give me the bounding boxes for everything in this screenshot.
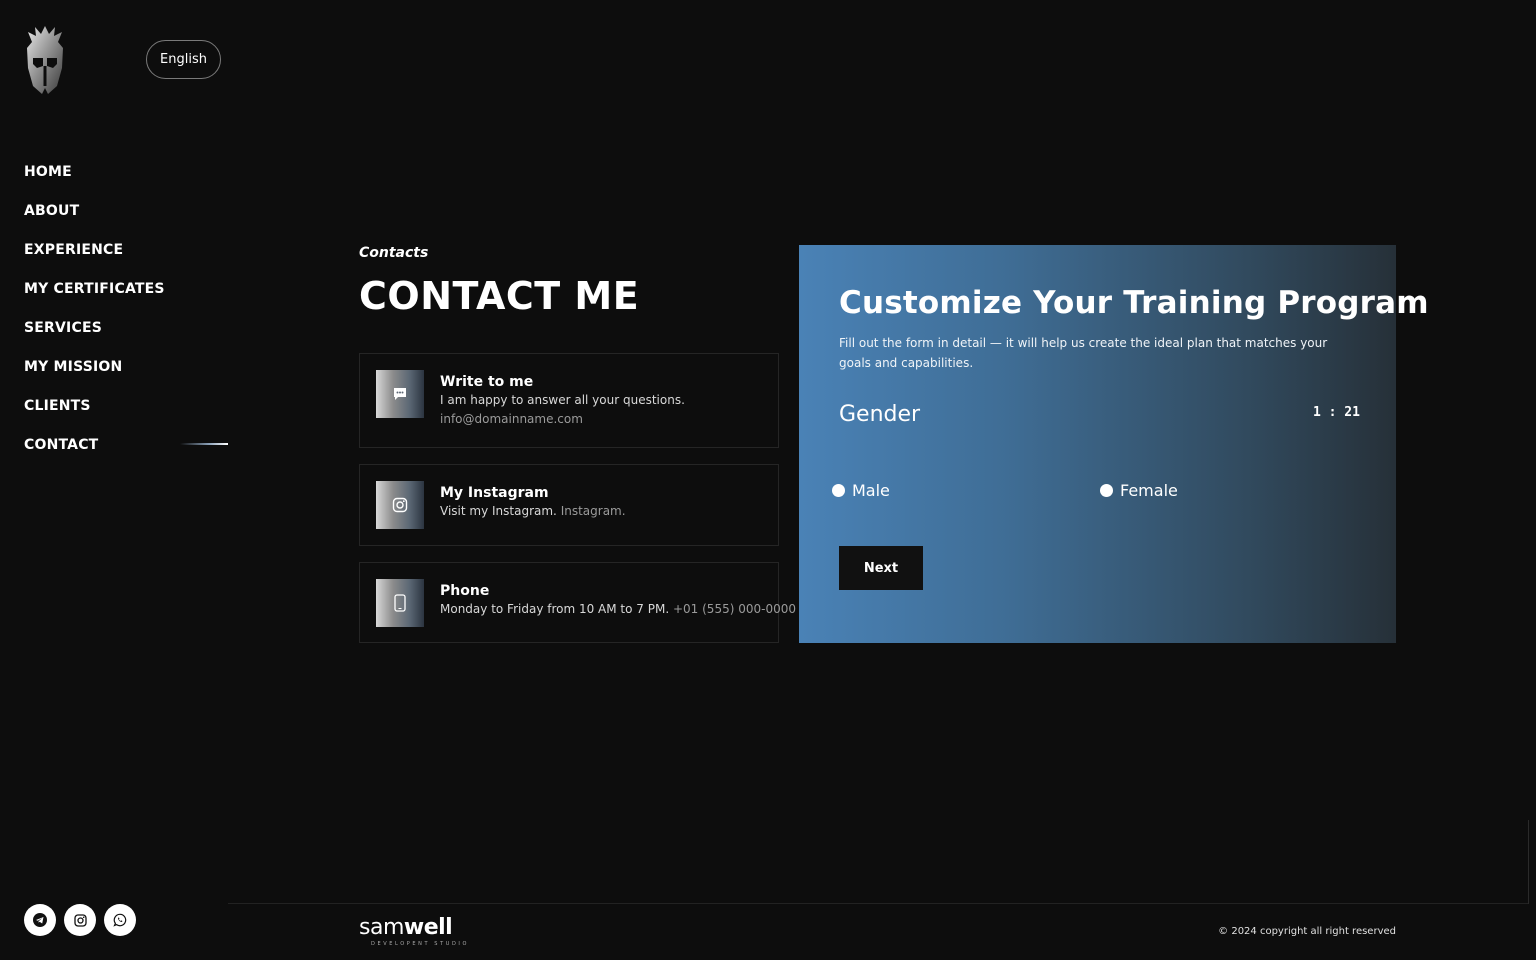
nav-item-mission[interactable]: MY MISSION [24, 357, 165, 396]
question-label: Gender [839, 402, 921, 427]
whatsapp-icon [113, 913, 127, 927]
social-links [24, 904, 136, 936]
instagram-link[interactable]: Instagram. [561, 504, 626, 518]
sidebar: English HOME ABOUT EXPERIENCE MY CERTIFI… [0, 0, 228, 960]
nav-item-home[interactable]: HOME [24, 162, 165, 201]
spartan-helmet-logo[interactable] [24, 24, 66, 96]
main-nav: HOME ABOUT EXPERIENCE MY CERTIFICATES SE… [24, 162, 165, 474]
contact-card-title: Phone [440, 583, 490, 599]
contact-card-instagram[interactable]: My Instagram Visit my Instagram. Instagr… [359, 464, 779, 546]
nav-item-services[interactable]: SERVICES [24, 318, 165, 357]
countdown-timer: 1 : 21 [1313, 405, 1360, 420]
scrollbar-track [1528, 820, 1529, 904]
nav-item-about[interactable]: ABOUT [24, 201, 165, 240]
gender-option-male[interactable]: Male [832, 481, 890, 500]
whatsapp-button[interactable] [104, 904, 136, 936]
language-selector[interactable]: English [146, 40, 221, 79]
contact-card-title: My Instagram [440, 485, 549, 501]
contact-card-text: I am happy to answer all your questions. [440, 393, 685, 407]
brand-light-text: sam [359, 915, 404, 940]
phone-icon [376, 579, 424, 627]
instagram-icon [73, 913, 87, 927]
form-title: Customize Your Training Program [839, 285, 1429, 321]
contact-card-phone[interactable]: Phone Monday to Friday from 10 AM to 7 P… [359, 562, 796, 643]
nav-item-experience[interactable]: EXPERIENCE [24, 240, 165, 279]
radio-button[interactable] [1100, 484, 1113, 497]
nav-item-contact[interactable]: CONTACT [24, 435, 165, 474]
training-program-form: Customize Your Training Program Fill out… [799, 245, 1429, 643]
instagram-button[interactable] [64, 904, 96, 936]
active-nav-indicator [180, 443, 228, 445]
instagram-icon [376, 481, 424, 529]
contact-card-title: Write to me [440, 374, 534, 390]
email-link[interactable]: info@domainname.com [440, 410, 768, 429]
footer-divider [228, 903, 1528, 904]
telegram-icon [33, 913, 47, 927]
nav-item-certificates[interactable]: MY CERTIFICATES [24, 279, 165, 318]
gender-option-female[interactable]: Female [1100, 481, 1178, 500]
language-label: English [160, 52, 207, 67]
telegram-button[interactable] [24, 904, 56, 936]
contact-card-email[interactable]: Write to me I am happy to answer all you… [359, 353, 779, 448]
brand-subtitle: DEVELOPENT STUDIO [371, 941, 470, 947]
nav-item-clients[interactable]: CLIENTS [24, 396, 165, 435]
radio-button[interactable] [832, 484, 845, 497]
contact-card-text: Visit my Instagram. [440, 504, 557, 518]
next-button[interactable]: Next [839, 546, 923, 590]
phone-link[interactable]: +01 (555) 000-0000 [673, 602, 796, 616]
option-label: Male [852, 481, 890, 500]
page-title: CONTACT ME [359, 274, 640, 318]
contact-card-text: Monday to Friday from 10 AM to 7 PM. [440, 602, 670, 616]
chat-icon [376, 370, 424, 418]
option-label: Female [1120, 481, 1178, 500]
helmet-icon [27, 26, 63, 94]
studio-logo[interactable]: samwell DEVELOPENT STUDIO [359, 915, 470, 950]
copyright-text: © 2024 copyright all right reserved [1218, 926, 1396, 937]
form-description: Fill out the form in detail — it will he… [839, 336, 1328, 370]
section-eyebrow: Contacts [359, 245, 429, 261]
brand-bold-text: well [403, 915, 453, 940]
